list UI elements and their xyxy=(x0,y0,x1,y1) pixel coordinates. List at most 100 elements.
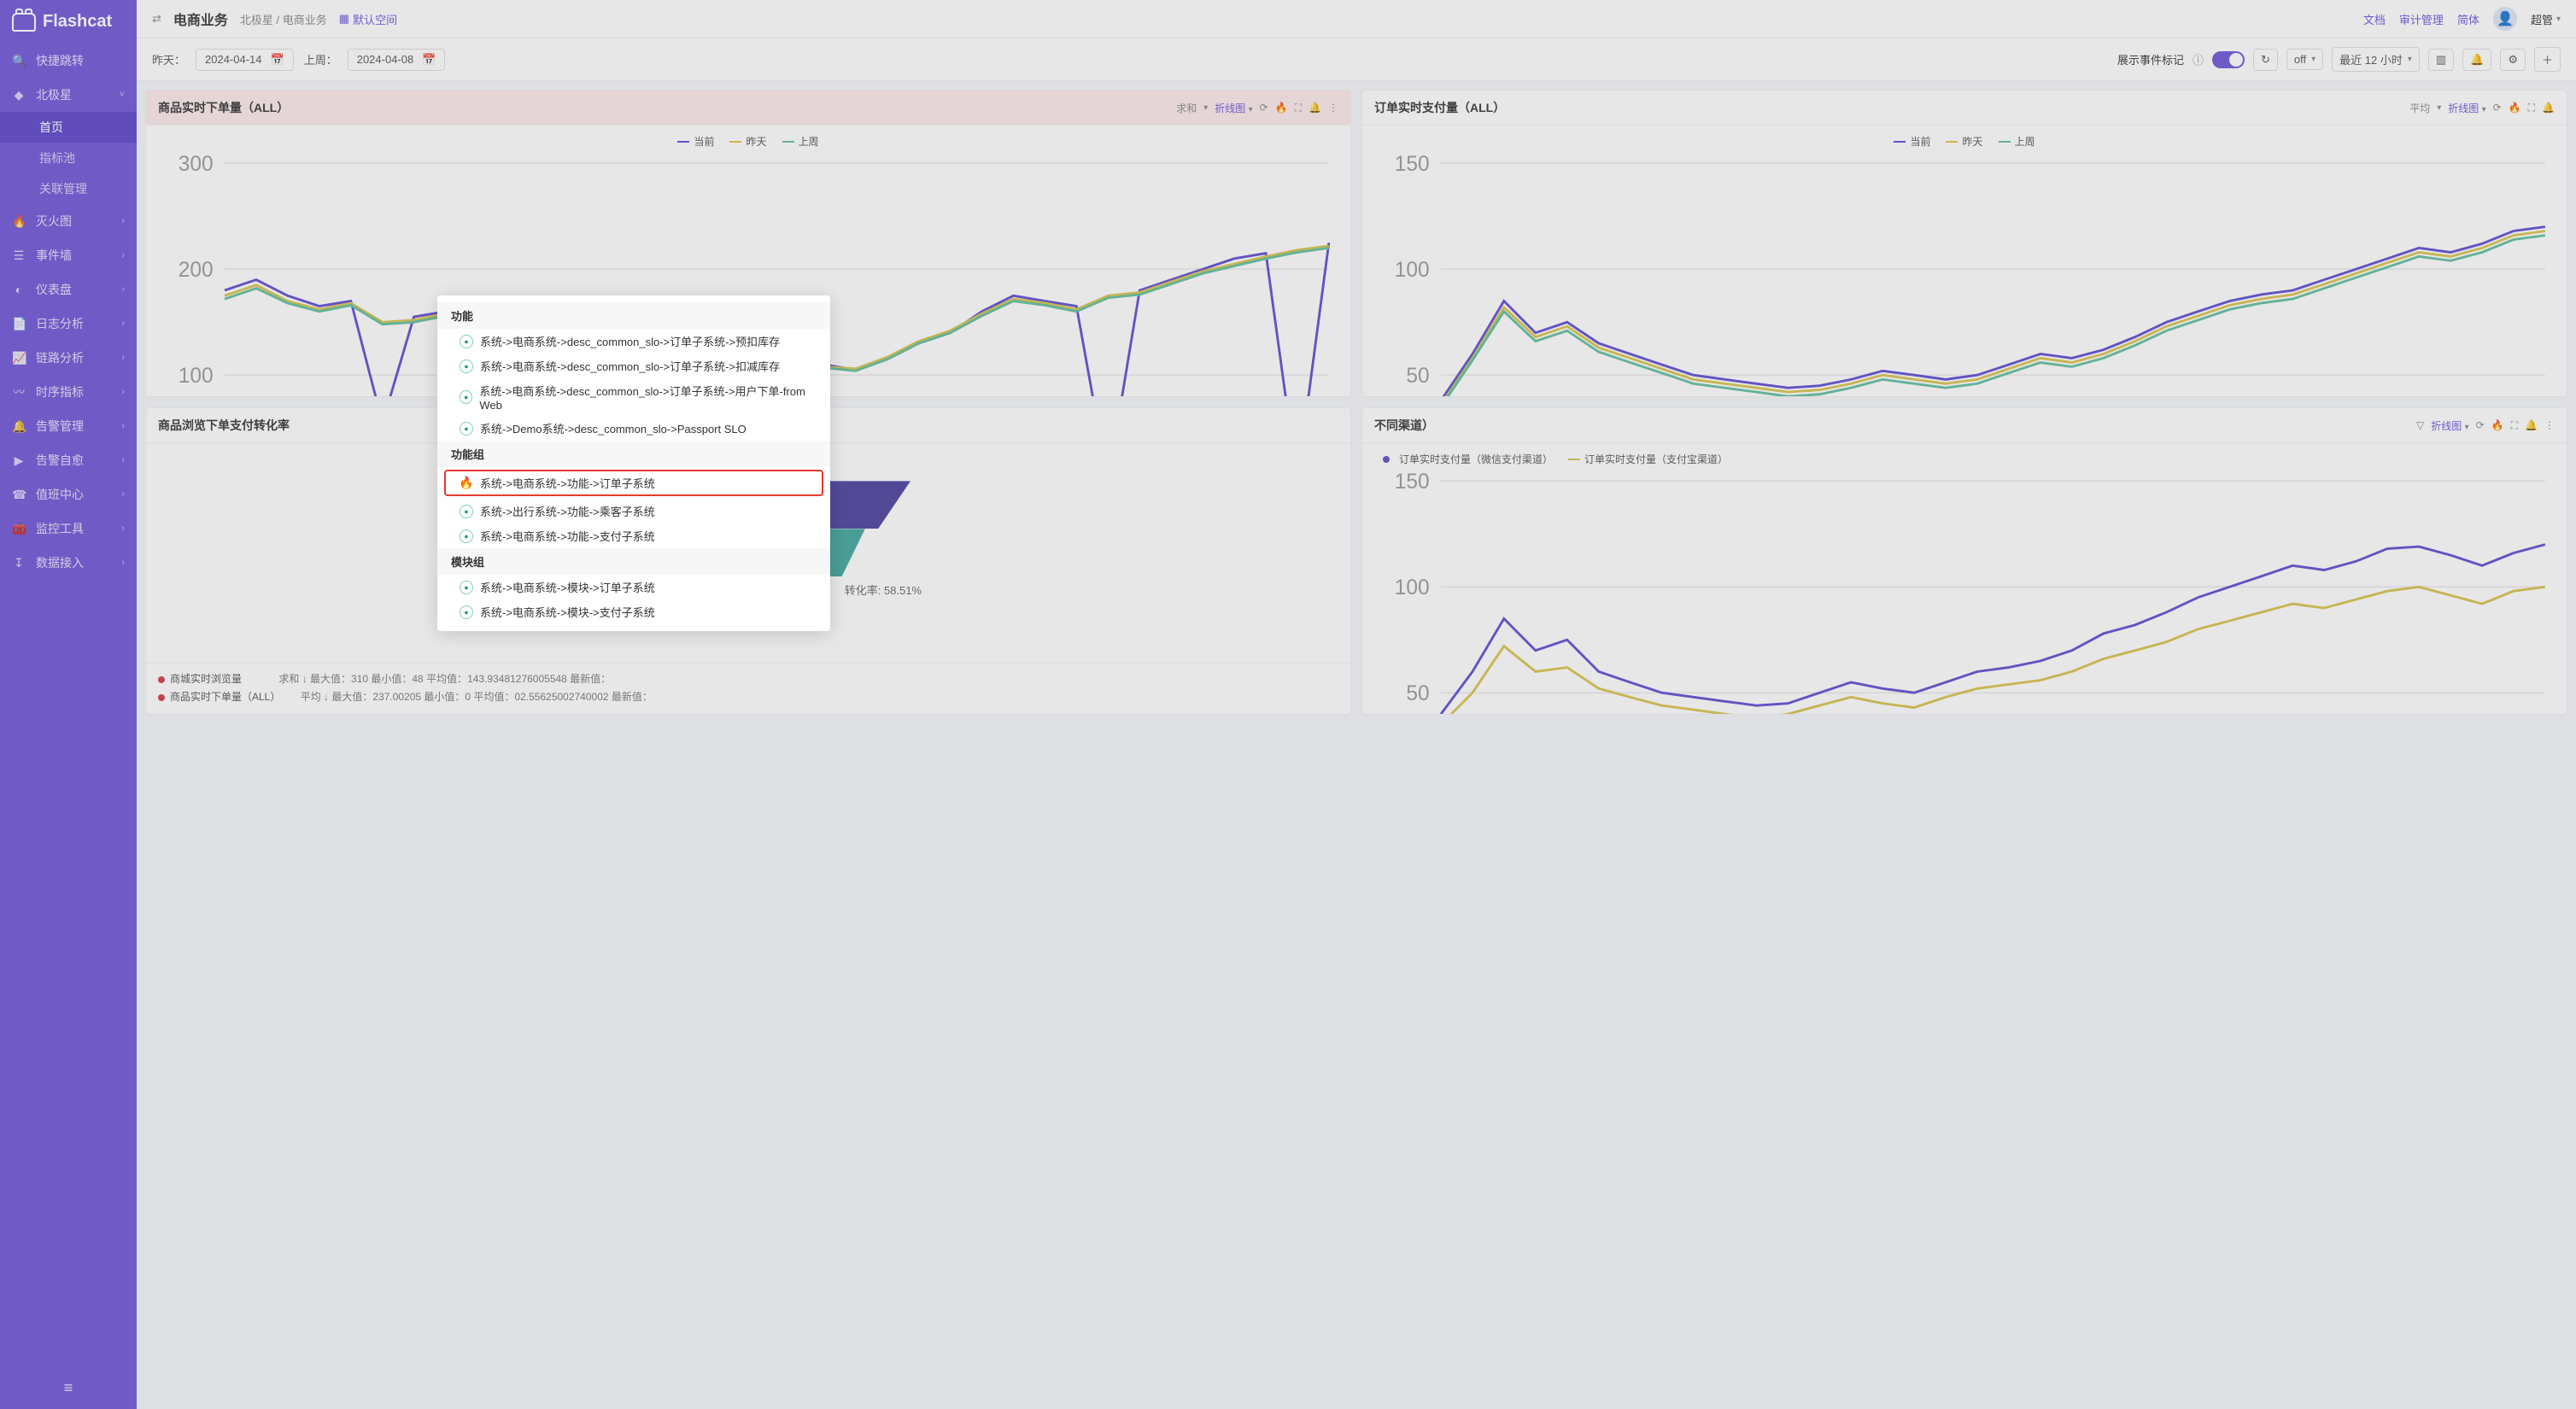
alert-bell-icon[interactable]: 🔔 xyxy=(1308,102,1321,114)
user-name: 超管 xyxy=(2531,11,2553,27)
flashcat-logo-icon xyxy=(12,13,36,32)
svg-text:150: 150 xyxy=(1395,471,1430,494)
sidebar-item[interactable]: 📈链路分析› xyxy=(0,341,137,375)
sidebar-item[interactable]: 🔥灭火图› xyxy=(0,204,137,238)
event-marker-label: 展示事件标记 xyxy=(2117,51,2184,67)
sidebar-item[interactable]: 〰时序指标› xyxy=(0,375,137,409)
sidebar-item[interactable]: 🧰监控工具› xyxy=(0,512,137,546)
nav-icon: 📄 xyxy=(12,317,26,331)
more-icon[interactable]: ⋮ xyxy=(1328,102,1338,114)
user-menu[interactable]: 超管 ▾ xyxy=(2531,11,2561,27)
panel-title: 不同渠道） xyxy=(1374,417,1434,434)
sidebar-item[interactable]: ↧数据接入› xyxy=(0,546,137,580)
droplet-icon: ● xyxy=(460,529,473,543)
popover-section-heading: 功能组 xyxy=(437,441,830,467)
info-icon[interactable]: ⓘ xyxy=(2193,51,2204,67)
sidebar-item-label: 链路分析 xyxy=(36,349,84,366)
nav-icon: 🧰 xyxy=(12,522,26,536)
panel-refresh-icon[interactable]: ⟳ xyxy=(1260,102,1268,114)
calendar-icon: 📅 xyxy=(422,53,436,67)
stat-row-name: 商城实时浏览量 xyxy=(170,673,242,685)
refresh-button[interactable]: ↻ xyxy=(2253,49,2278,71)
chart-legend: 当前 昨天 上周 xyxy=(1374,134,2555,149)
event-marker-toggle[interactable] xyxy=(2212,51,2245,68)
user-avatar[interactable]: 👤 xyxy=(2493,7,2517,31)
nav-icon: ◐ xyxy=(12,283,26,296)
agg-label: 平均 xyxy=(2409,101,2430,115)
link-lang[interactable]: 简体 xyxy=(2457,11,2479,27)
panel-payment-channels: 不同渠道） ▽ 折线图 ▾ ⟳ 🔥 ⛶ 🔔 ⋮ 订单实时支付量（微信支付渠道） xyxy=(1361,407,2567,715)
sidebar-item[interactable]: 📄日志分析› xyxy=(0,307,137,341)
settings-button[interactable]: ⚙ xyxy=(2500,49,2526,71)
popover-item[interactable]: ●系统->电商系统->desc_common_slo->订单子系统->预扣库存 xyxy=(437,329,830,354)
sidebar-subitem[interactable]: 指标池 xyxy=(0,143,137,173)
popover-item-highlighted[interactable]: 🔥系统->电商系统->功能->订单子系统 xyxy=(444,470,823,496)
expand-icon[interactable]: ⛶ xyxy=(1295,102,1302,114)
funnel-rate-label: 转化率: 58.51% xyxy=(845,582,922,598)
nav-icon: ☰ xyxy=(12,248,26,263)
page-title-block: 电商业务 xyxy=(173,9,228,29)
link-docs[interactable]: 文档 xyxy=(2363,11,2386,27)
fire-icon[interactable]: 🔥 xyxy=(2509,102,2521,114)
sidebar-subitem[interactable]: 首页 xyxy=(0,112,137,143)
chevron-right-icon: › xyxy=(121,387,125,397)
toolbar: 昨天： 2024-04-14 📅 上周： 2024-04-08 📅 展示事件标记… xyxy=(137,38,2576,81)
chart-type-select[interactable]: 折线图 ▾ xyxy=(1215,101,1252,115)
popover-item[interactable]: ●系统->Demo系统->desc_common_slo->Passport S… xyxy=(437,416,830,441)
sidebar-item[interactable]: ◐仪表盘› xyxy=(0,272,137,307)
chart-type-select[interactable]: 折线图 ▾ xyxy=(2448,101,2485,115)
popover-item[interactable]: ●系统->电商系统->desc_common_slo->订单子系统->扣减库存 xyxy=(437,354,830,378)
panel-refresh-icon[interactable]: ⟳ xyxy=(2493,102,2502,114)
sidebar-item[interactable]: ◆北极星˅ xyxy=(0,78,137,112)
expand-icon[interactable]: ⛶ xyxy=(2528,102,2535,114)
nav-icon: 🔥 xyxy=(12,214,26,229)
popover-item[interactable]: ●系统->电商系统->模块->订单子系统 xyxy=(437,575,830,599)
add-panel-button[interactable]: ＋ xyxy=(2534,47,2561,72)
logo: Flashcat xyxy=(0,0,137,44)
sidebar-item[interactable]: ▶告警自愈› xyxy=(0,443,137,477)
fire-icon[interactable]: 🔥 xyxy=(2491,419,2504,431)
sidebar-item[interactable]: ☎值班中心› xyxy=(0,477,137,512)
filter-icon[interactable]: ▽ xyxy=(2416,419,2424,431)
layout-button[interactable]: ▥ xyxy=(2428,49,2454,71)
lastweek-date-picker[interactable]: 2024-04-08 📅 xyxy=(348,49,446,71)
fire-icon[interactable]: 🔥 xyxy=(1275,102,1288,114)
alert-bell-icon[interactable]: 🔔 xyxy=(2525,419,2538,431)
expand-icon[interactable]: ⛶ xyxy=(2511,419,2518,432)
sidebar-item-label: 灭火图 xyxy=(36,213,72,230)
dashboard-board: 商品实时下单量（ALL） 求和▾ 折线图 ▾ ⟳ 🔥 ⛶ 🔔 ⋮ 当前 昨天 xyxy=(137,81,2576,1409)
time-range-select[interactable]: 最近 12 小时 ▾ xyxy=(2332,47,2420,72)
popover-item[interactable]: ●系统->电商系统->模块->支付子系统 xyxy=(437,599,830,624)
popover-item[interactable]: ●系统->电商系统->功能->支付子系统 xyxy=(437,523,830,548)
line-chart[interactable]: 05010015012:0015:0018:0021:00 xyxy=(1374,154,2555,397)
svg-text:300: 300 xyxy=(179,154,214,176)
popover-item[interactable]: ●系统->出行系统->功能->乘客子系统 xyxy=(437,499,830,523)
chevron-right-icon: › xyxy=(121,558,125,568)
sidebar-item-label: 告警管理 xyxy=(36,418,84,435)
sidebar-quick-jump[interactable]: 🔍 快捷跳转 xyxy=(0,44,137,78)
line-chart[interactable]: 05010015012:0015:0018:0021:00 xyxy=(1374,471,2555,715)
chevron-right-icon: › xyxy=(121,319,125,329)
popover-item-label: 系统->电商系统->模块->支付子系统 xyxy=(480,604,655,620)
auto-refresh-select[interactable]: off ▾ xyxy=(2286,49,2323,70)
sidebar-subitem[interactable]: 关联管理 xyxy=(0,173,137,204)
alert-config-button[interactable]: 🔔 xyxy=(2462,49,2491,71)
panel-actions: 求和▾ 折线图 ▾ ⟳ 🔥 ⛶ 🔔 ⋮ xyxy=(1176,101,1338,115)
chart-type-select[interactable]: 折线图 ▾ xyxy=(2431,418,2468,433)
panel-refresh-icon[interactable]: ⟳ xyxy=(2476,419,2485,431)
sidebar-collapse-button[interactable]: ≡ xyxy=(0,1367,137,1409)
nav-icon: 🔔 xyxy=(12,419,26,434)
yesterday-date-picker[interactable]: 2024-04-14 📅 xyxy=(196,49,294,71)
panel-title: 订单实时支付量（ALL） xyxy=(1374,99,1505,116)
svg-text:100: 100 xyxy=(1395,576,1430,599)
sidebar-item[interactable]: 🔔告警管理› xyxy=(0,409,137,443)
alert-bell-icon[interactable]: 🔔 xyxy=(2542,102,2555,114)
sidebar-item[interactable]: ☰事件墙› xyxy=(0,238,137,272)
svg-text:50: 50 xyxy=(1406,365,1429,388)
app-name: Flashcat xyxy=(43,12,112,32)
popover-section-heading: 功能 xyxy=(437,302,830,329)
more-icon[interactable]: ⋮ xyxy=(2544,419,2555,431)
space-selector[interactable]: ▦ 默认空间 xyxy=(339,11,397,27)
popover-item[interactable]: ●系统->电商系统->desc_common_slo->订单子系统->用户下单-… xyxy=(437,378,830,416)
link-audit[interactable]: 审计管理 xyxy=(2399,11,2444,27)
